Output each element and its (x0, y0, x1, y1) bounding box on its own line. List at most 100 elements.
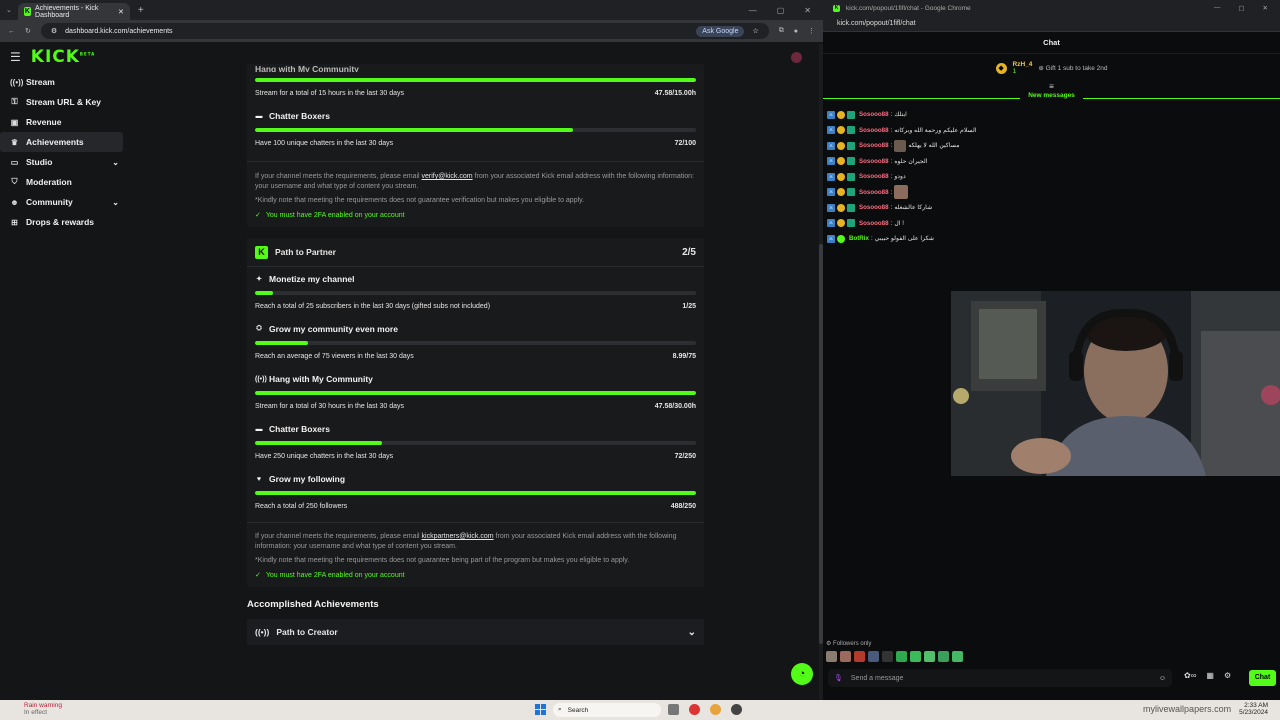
kick-logo[interactable]: KICKBETA (31, 47, 95, 67)
sidebar-item-achievements[interactable]: ♛ Achievements (0, 132, 123, 152)
emote-bar[interactable] (826, 651, 963, 662)
path-to-creator-accordion[interactable]: ((•)) Path to Creator ⌄ (247, 619, 704, 645)
address-bar[interactable]: ⚙ dashboard.kick.com/achievements Ask Go… (40, 23, 769, 39)
chat-message[interactable]: ⚔ Sosooo88: دودو (827, 169, 1280, 185)
progress-bar (255, 341, 696, 345)
chat-message[interactable]: ⚔ BotRix: شكرا على الفولو حبيبي (827, 231, 1280, 247)
emoji-icon[interactable]: ☺ (1159, 675, 1166, 682)
close-window-icon[interactable]: ✕ (1263, 4, 1268, 12)
windows-start-icon[interactable] (535, 704, 546, 715)
chat-message[interactable]: ⚔ Sosooo88: الجيران حلوه (827, 154, 1280, 170)
sidebar-item-revenue[interactable]: ▣ Revenue (0, 112, 123, 132)
menu-icon[interactable]: ⋮ (808, 27, 815, 35)
pinned-gifter[interactable]: ◆ RzH_4 1 ⊕ Gift 1 sub to take 2nd (823, 54, 1280, 82)
mic-icon[interactable]: 🎙 (834, 674, 843, 682)
moderator-badge-icon: ⚔ (827, 234, 835, 243)
reload-icon[interactable]: ↻ (25, 27, 31, 35)
chat-username[interactable]: Sosooo88 (859, 173, 889, 180)
chat-text: السلام عليكم ورحمة الله وبركاته (894, 126, 977, 134)
requirement-row: Have 250 unique chatters in the last 30 … (255, 453, 696, 460)
back-icon[interactable]: ← (8, 28, 15, 35)
tab-list-icon[interactable]: ⌄ (6, 6, 12, 14)
progress-fill (255, 491, 696, 495)
settings-gear-icon[interactable]: ⚙ (1224, 671, 1231, 680)
category-chatter-boxers: ▬ Chatter Boxers (255, 111, 330, 121)
sidebar-item-community[interactable]: ☻ Community ⌄ (0, 192, 123, 212)
category-title-partial: Hang with My Community (255, 66, 359, 72)
chat-username[interactable]: Sosooo88 (859, 142, 889, 149)
chat-message[interactable]: ⚔ Sosooo88: السلام عليكم ورحمة الله وبركات… (827, 123, 1280, 139)
partner-requirement: ♥ Grow my following Reach a total of 250 f… (255, 473, 696, 510)
gift-icon: ⊞ (11, 217, 18, 227)
chat-message[interactable]: ⚔ Sosooo88: ايتلك (827, 107, 1280, 123)
sidebar-item-moderation[interactable]: ⛉ Moderation (0, 172, 123, 192)
gift-sub-prompt[interactable]: ⊕ Gift 1 sub to take 2nd (1038, 64, 1107, 72)
progress-fill (255, 391, 696, 395)
profile-icon[interactable]: ● (794, 28, 798, 35)
close-tab-icon[interactable]: ✕ (118, 8, 124, 16)
chat-message[interactable]: ⚔ Sosooo88: (827, 185, 1280, 201)
hamburger-menu-icon[interactable]: ☰ (10, 50, 21, 64)
subscriber-badge-icon (847, 172, 855, 181)
chat-input[interactable]: 🎙 Send a message ☺ (828, 669, 1172, 687)
filter-icon[interactable]: ≡ (823, 82, 1280, 92)
gift-badge-icon (837, 157, 845, 166)
gift-coin-icon: ◆ (995, 62, 1007, 74)
progress-bar (255, 441, 696, 445)
followers-only-label: ⚙ Followers only (826, 641, 872, 647)
obs-icon[interactable] (731, 704, 742, 715)
requirement-row: Reach a total of 250 followers 488/250 (255, 503, 696, 510)
maximize-icon[interactable]: ▢ (1238, 4, 1244, 12)
tab-achievements[interactable]: K Achievements - Kick Dashboard ✕ (17, 3, 130, 20)
chat-username[interactable]: Sosooo88 (859, 127, 889, 134)
moderator-badge-icon: ⚔ (827, 126, 835, 135)
chat-username[interactable]: Sosooo88 (859, 111, 889, 118)
sidebar-item-drops-rewards[interactable]: ⊞ Drops & rewards (0, 212, 123, 232)
chat-text: شكرا على الفولو حبيبي (874, 235, 935, 243)
moderator-badge-icon: ⚔ (827, 203, 835, 212)
chat-message[interactable]: ⚔ Sosooo88: ال ! (827, 216, 1280, 232)
gift-badge-icon (837, 188, 845, 197)
chat-url-bar[interactable]: kick.com/popout/1fifl/chat (823, 16, 1280, 32)
user-avatar[interactable] (791, 52, 802, 63)
gift-badge-icon (837, 219, 845, 228)
chat-username[interactable]: Sosooo88 (859, 189, 889, 196)
store-icon[interactable]: ▦ (1206, 671, 1214, 680)
weather-widget[interactable]: Rain warning In effect (24, 702, 62, 716)
minimize-icon[interactable]: — (749, 6, 757, 15)
maximize-icon[interactable]: ▢ (777, 6, 785, 15)
app-icon[interactable] (710, 704, 721, 715)
chrome-icon[interactable] (689, 704, 700, 715)
system-tray: mylivewallpapers.com 2:33 AM 5/23/2024 (1143, 702, 1268, 716)
sidebar-item-stream[interactable]: ((•)) Stream (0, 72, 123, 92)
ask-google-button[interactable]: Ask Google (696, 25, 745, 37)
bookmark-star-icon[interactable]: ☆ (752, 27, 758, 35)
verify-email-link[interactable]: verify@kick.com (422, 173, 473, 180)
chat-username[interactable]: BotRix (849, 235, 869, 242)
chat-message[interactable]: ⚔ Sosooo88: شاركا عالشغله (827, 200, 1280, 216)
extensions-icon[interactable]: ⧉ (779, 27, 784, 35)
minimize-icon[interactable]: — (1214, 4, 1221, 12)
sidebar-item-studio[interactable]: ▭ Studio ⌄ (0, 152, 123, 172)
chat-username[interactable]: Sosooo88 (859, 158, 889, 165)
sidebar-item-stream-url-key[interactable]: ⚿ Stream URL & Key (0, 92, 123, 112)
support-chat-button[interactable]: ◔ (791, 663, 813, 685)
taskbar-search[interactable]: ⌕ Search (553, 703, 661, 717)
chat-username[interactable]: Sosooo88 (859, 204, 889, 211)
site-info-icon[interactable]: ⚙ (51, 27, 57, 35)
partner-email-link[interactable]: kickpartners@kick.com (422, 533, 494, 540)
kick-favicon-icon: K (833, 4, 840, 12)
close-window-icon[interactable]: ✕ (804, 6, 811, 15)
file-explorer-icon[interactable] (668, 704, 679, 715)
emote-icon (894, 185, 909, 200)
chat-icon: ▬ (255, 112, 263, 120)
new-tab-icon[interactable]: + (138, 5, 144, 16)
chat-message[interactable]: ⚔ Sosooo88: مساكين الله لا يهلكه (827, 138, 1280, 154)
clock[interactable]: 2:33 AM 5/23/2024 (1239, 702, 1268, 716)
points-icon[interactable]: ✿∞ (1184, 671, 1196, 680)
verified-card: Hang with My Community Stream for a tota… (247, 64, 704, 227)
chat-send-button[interactable]: Chat (1249, 670, 1276, 686)
category-title: ⛭ Grow my community even more (256, 324, 398, 334)
chat-username[interactable]: Sosooo88 (859, 220, 889, 227)
subscriber-badge-icon (847, 203, 855, 212)
